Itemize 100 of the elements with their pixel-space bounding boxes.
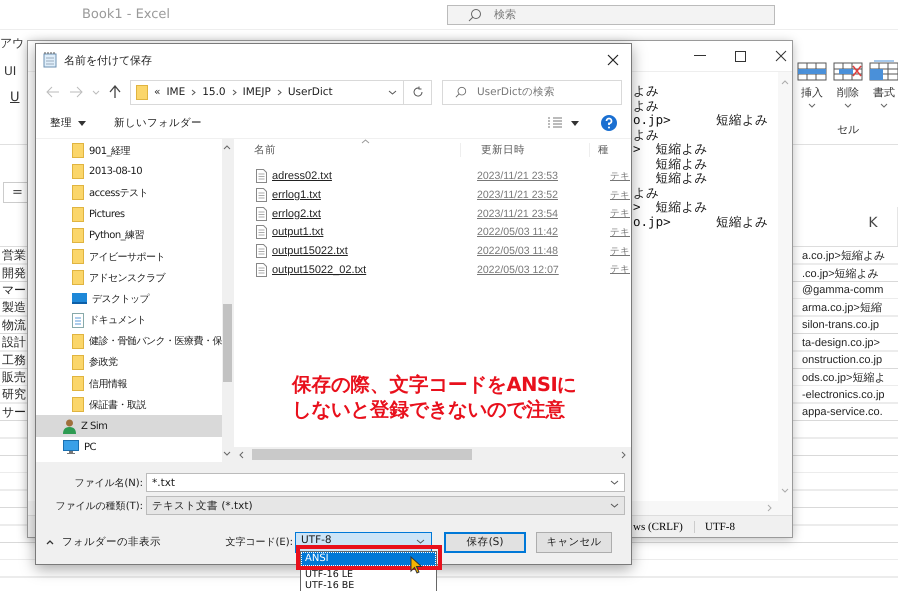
- organize-button[interactable]: 整理: [50, 116, 86, 130]
- font-name-field[interactable]: UI: [0, 64, 16, 78]
- file-type-dropdown[interactable]: テキスト文書 (*.txt): [146, 496, 625, 515]
- text-file-icon: [256, 225, 267, 240]
- nav-item[interactable]: 健診・骨髄バンク・医療費・保: [36, 330, 222, 352]
- close-icon[interactable]: [775, 50, 787, 62]
- cell-text: 設計: [1, 334, 26, 352]
- up-arrow-icon[interactable]: [109, 85, 121, 99]
- folder-icon: [72, 354, 84, 370]
- nav-item[interactable]: アイビーサポート: [36, 246, 222, 268]
- hide-folders-button[interactable]: フォルダーの非表示: [36, 535, 161, 549]
- field-label: ファイル名(N):: [73, 476, 144, 490]
- scroll-up-icon[interactable]: [223, 145, 231, 150]
- text-file-icon: [256, 244, 267, 258]
- dropdown-option[interactable]: UTF-16 BE: [301, 580, 436, 591]
- file-date: 2023/11/21 23:53: [477, 170, 559, 182]
- table-grid-icon: [833, 60, 863, 82]
- nav-item[interactable]: デスクトップ: [36, 288, 222, 310]
- nav-item[interactable]: 信用情報: [36, 373, 222, 394]
- help-icon[interactable]: [601, 115, 617, 131]
- person-icon: [63, 418, 76, 434]
- cell-command-button[interactable]: 削除: [832, 60, 864, 108]
- file-type: テキ: [610, 244, 630, 258]
- nav-item[interactable]: Pictures: [36, 204, 222, 225]
- chevron-right-icon: [232, 88, 237, 96]
- dropdown-option[interactable]: ANSI: [301, 552, 436, 566]
- folder-icon: [136, 84, 148, 100]
- view-options-icon[interactable]: [547, 117, 563, 129]
- status-text: UTF-8: [704, 520, 735, 532]
- cell-text: -electronics.co.jp: [802, 388, 886, 401]
- chevron-down-icon[interactable]: [388, 90, 397, 94]
- scroll-left-icon[interactable]: [239, 450, 244, 458]
- close-icon[interactable]: [607, 54, 619, 66]
- file-name[interactable]: errlog2.txt: [272, 208, 472, 220]
- address-bar[interactable]: « IME 15.0 IMEJP UserDict: [130, 80, 432, 104]
- search-field[interactable]: UserDictの検索: [442, 80, 622, 104]
- nav-item[interactable]: accessテスト: [36, 182, 222, 204]
- cell-text: 営業: [1, 247, 26, 264]
- file-date: 2022/05/03 11:48: [477, 245, 559, 258]
- file-type: テキ: [610, 188, 630, 202]
- maximize-icon[interactable]: [735, 50, 746, 62]
- caret-icon[interactable]: [571, 120, 579, 126]
- scroll-down-icon[interactable]: [223, 451, 231, 456]
- chevron-down-icon: [416, 538, 425, 544]
- minimize-icon[interactable]: [694, 55, 706, 57]
- search-icon: [468, 8, 482, 22]
- dropdown-option[interactable]: UTF-16 LE: [301, 570, 436, 580]
- breadcrumb[interactable]: IMEJP: [242, 86, 271, 98]
- new-folder-button[interactable]: 新しいフォルダー: [114, 116, 202, 130]
- scrollbar-thumb[interactable]: [222, 304, 232, 382]
- nav-item[interactable]: Python_練習: [36, 224, 222, 246]
- nav-item[interactable]: PC: [36, 436, 222, 458]
- breadcrumb[interactable]: «: [154, 86, 160, 98]
- file-name[interactable]: output15022.txt: [272, 245, 472, 258]
- cell-text: 工務: [1, 352, 26, 369]
- file-name[interactable]: output15022_02.txt: [272, 264, 472, 276]
- nav-item[interactable]: 2013-08-10: [36, 161, 222, 182]
- file-name[interactable]: errlog1.txt: [272, 189, 472, 202]
- cell-command-button[interactable]: 書式: [868, 60, 898, 108]
- nav-item[interactable]: アドセンスクラブ: [36, 267, 222, 288]
- ribbon-tab[interactable]: アウ: [0, 35, 24, 52]
- column-header[interactable]: 名前: [234, 143, 460, 157]
- folder-icon: [72, 270, 84, 286]
- nav-item[interactable]: Z Sim: [36, 415, 222, 437]
- cell-text: appa-service.co.: [802, 406, 884, 418]
- underline-button[interactable]: U: [0, 90, 20, 105]
- cell-text: onstruction.co.jp: [802, 354, 884, 366]
- file-name[interactable]: adress02.txt: [272, 170, 472, 182]
- nav-item[interactable]: 保証書・取説: [36, 394, 222, 416]
- nav-item[interactable]: ドキュメント: [36, 310, 222, 331]
- cell-text: サー: [1, 404, 26, 421]
- cancel-button[interactable]: キャンセル: [536, 532, 612, 552]
- cell-text: ods.co.jp>短縮よ: [802, 370, 886, 385]
- file-type: テキ: [610, 207, 630, 220]
- refresh-icon[interactable]: [412, 86, 424, 98]
- cell-text: ta-design.co.jp>: [802, 336, 881, 349]
- nav-item[interactable]: 参政党: [36, 352, 222, 374]
- search-field[interactable]: 検索: [447, 4, 775, 24]
- file-date: 2022/05/03 11:42: [477, 226, 559, 238]
- file-date: 2023/11/21 23:54: [477, 208, 559, 220]
- file-name-field[interactable]: *.txt: [146, 473, 625, 492]
- monitor-icon: [63, 440, 79, 454]
- text-file-icon: [256, 206, 267, 221]
- column-header[interactable]: 更新日時: [460, 143, 589, 157]
- file-type: テキ: [610, 263, 630, 276]
- breadcrumb[interactable]: IME: [166, 86, 186, 98]
- desktop-icon: [72, 293, 87, 304]
- folder-icon: [72, 228, 84, 243]
- column-header[interactable]: 種: [589, 143, 609, 157]
- scrollbar-thumb[interactable]: [252, 449, 472, 460]
- chevron-down-icon: [880, 103, 888, 108]
- file-name[interactable]: output1.txt: [272, 226, 472, 238]
- annotation-text: 保存の際、文字コードをANSIに しないと登録できないので注意: [292, 372, 578, 422]
- scroll-right-icon[interactable]: [621, 450, 626, 458]
- save-button[interactable]: 保存(S): [444, 532, 526, 552]
- nav-item[interactable]: 901_経理: [36, 140, 222, 162]
- breadcrumb[interactable]: 15.0: [202, 86, 226, 98]
- cell-text: 物流: [1, 316, 26, 334]
- breadcrumb[interactable]: UserDict: [288, 86, 333, 98]
- cell-command-button[interactable]: 挿入: [796, 60, 828, 108]
